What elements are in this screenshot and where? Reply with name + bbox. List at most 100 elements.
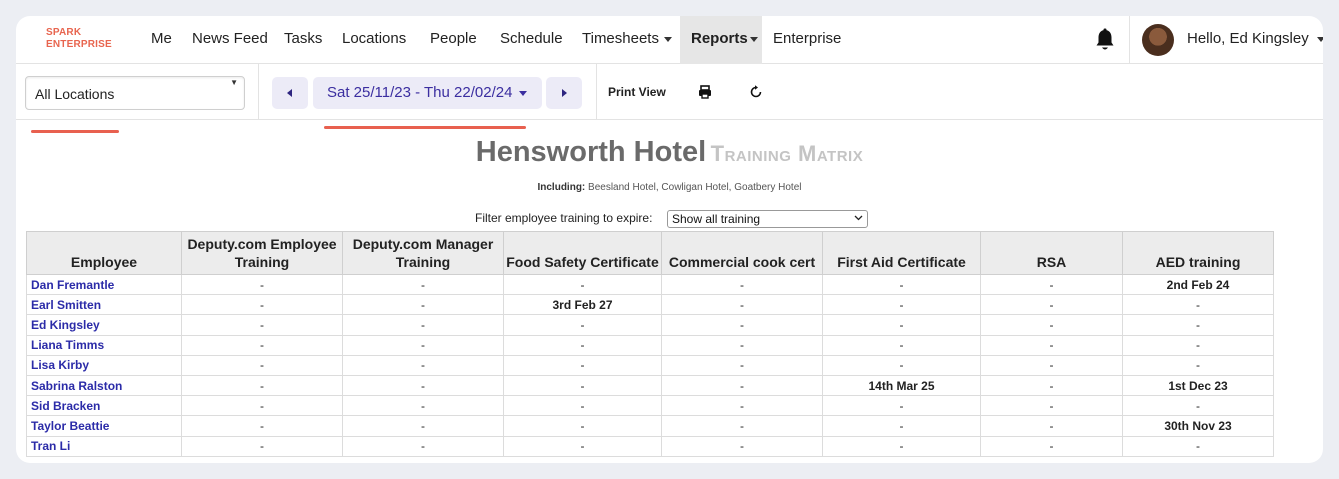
training-expiry-cell: - <box>1122 294 1274 316</box>
employee-name-link[interactable]: Sid Bracken <box>26 395 182 417</box>
training-matrix-table: Employee Deputy.com Employee Training De… <box>26 231 1274 457</box>
training-expiry-cell: - <box>342 395 504 417</box>
chevron-down-icon <box>1316 36 1323 42</box>
training-expiry-cell: - <box>181 294 343 316</box>
training-expiry-cell: - <box>661 294 823 316</box>
nav-item-enterprise[interactable]: Enterprise <box>773 16 841 64</box>
training-expiry-cell: 3rd Feb 27 <box>503 294 662 316</box>
training-expiry-cell: - <box>181 374 343 397</box>
training-expiry-cell: - <box>181 354 343 376</box>
training-expiry-cell: - <box>1122 334 1274 356</box>
bell-icon[interactable] <box>1094 28 1116 52</box>
filter-label: Filter employee training to expire: <box>475 211 653 225</box>
training-expiry-cell: - <box>661 415 823 437</box>
location-select[interactable]: All Locations ▼ <box>25 76 245 110</box>
training-expiry-cell: - <box>1122 435 1274 457</box>
column-header[interactable]: Food Safety Certificate <box>503 231 662 275</box>
avatar[interactable] <box>1142 24 1174 56</box>
toolbar-divider <box>596 64 597 120</box>
column-header[interactable]: First Aid Certificate <box>822 231 981 275</box>
training-expiry-cell: - <box>503 354 662 376</box>
chevron-down-icon <box>519 90 528 96</box>
chevron-down-icon <box>749 36 758 42</box>
training-expiry-cell: - <box>342 294 504 316</box>
training-expiry-cell: - <box>342 314 504 336</box>
previous-period-button[interactable] <box>272 77 308 109</box>
training-expiry-cell: - <box>822 273 981 296</box>
training-expiry-cell: - <box>822 334 981 356</box>
nav-item-people[interactable]: People <box>430 16 477 64</box>
refresh-icon[interactable] <box>748 84 764 100</box>
column-header[interactable]: Deputy.com Employee Training <box>181 231 343 275</box>
nav-divider <box>1129 16 1130 64</box>
training-expiry-cell: - <box>342 435 504 457</box>
training-expiry-cell: - <box>503 334 662 356</box>
table-row: Liana Timms - - - - - - - <box>26 334 1274 356</box>
nav-item-schedule[interactable]: Schedule <box>500 16 563 64</box>
column-header[interactable]: RSA <box>980 231 1123 275</box>
column-header[interactable]: Deputy.com Manager Training <box>342 231 504 275</box>
employee-name-link[interactable]: Earl Smitten <box>26 294 182 316</box>
nav-item-me[interactable]: Me <box>151 16 172 64</box>
date-range-picker[interactable]: Sat 25/11/23 - Thu 22/02/24 <box>313 77 542 109</box>
select-arrow-icon: ▼ <box>230 78 238 87</box>
user-menu[interactable]: Hello, Ed Kingsley <box>1187 16 1323 64</box>
employee-name-link[interactable]: Ed Kingsley <box>26 314 182 336</box>
training-expiry-cell: - <box>342 273 504 296</box>
employee-name-link[interactable]: Lisa Kirby <box>26 354 182 376</box>
training-expiry-cell: - <box>661 374 823 397</box>
training-expiry-cell: - <box>503 435 662 457</box>
training-expiry-cell: - <box>661 334 823 356</box>
toolbar-divider <box>258 64 259 120</box>
table-body: Dan Fremantle - - - - - -2nd Feb 24 Earl Smitte… <box>26 273 1274 457</box>
table-row: Dan Fremantle - - - - - -2nd Feb 24 <box>26 273 1274 296</box>
nav-item-timesheets[interactable]: Timesheets <box>582 16 672 64</box>
nav-item-reports[interactable]: Reports <box>680 16 762 64</box>
training-expiry-cell: - <box>822 294 981 316</box>
training-expiry-cell: - <box>181 415 343 437</box>
training-expiry-cell: 1st Dec 23 <box>1122 374 1274 397</box>
training-expiry-cell: - <box>661 314 823 336</box>
employee-name-link[interactable]: Taylor Beattie <box>26 415 182 437</box>
training-expiry-cell: - <box>822 415 981 437</box>
training-expiry-cell: - <box>822 314 981 336</box>
training-expiry-cell: - <box>980 314 1123 336</box>
brand-logo[interactable]: SPARK ENTERPRISE <box>46 27 112 51</box>
table-row: Sid Bracken - - - - - - - <box>26 395 1274 417</box>
column-header[interactable]: Employee <box>26 231 182 275</box>
training-expiry-cell: - <box>980 435 1123 457</box>
training-expiry-cell: - <box>980 294 1123 316</box>
training-expiry-cell: - <box>181 273 343 296</box>
training-expiry-cell: - <box>980 354 1123 376</box>
training-expiry-cell: - <box>980 395 1123 417</box>
print-view-button[interactable]: Print View <box>608 64 666 120</box>
employee-name-link[interactable]: Sabrina Ralston <box>26 374 182 397</box>
table-row: Tran Li - - - - - - - <box>26 435 1274 457</box>
table-header-row: Employee Deputy.com Employee Training De… <box>26 231 1274 275</box>
column-header[interactable]: Commercial cook cert <box>661 231 823 275</box>
next-period-button[interactable] <box>546 77 582 109</box>
training-expiry-cell: - <box>980 415 1123 437</box>
top-nav: SPARK ENTERPRISE Me News Feed Tasks Loca… <box>16 16 1323 64</box>
employee-name-link[interactable]: Dan Fremantle <box>26 273 182 296</box>
print-icon[interactable] <box>697 84 713 100</box>
training-expiry-filter[interactable]: Show all training <box>667 210 868 228</box>
table-row: Earl Smitten - -3rd Feb 27- - - - <box>26 294 1274 316</box>
training-expiry-cell: - <box>661 354 823 376</box>
employee-name-link[interactable]: Tran Li <box>26 435 182 457</box>
nav-item-news-feed[interactable]: News Feed <box>192 16 268 64</box>
training-expiry-cell: 2nd Feb 24 <box>1122 273 1274 296</box>
column-header[interactable]: AED training <box>1122 231 1274 275</box>
caret-right-icon <box>562 89 567 97</box>
nav-item-tasks[interactable]: Tasks <box>284 16 322 64</box>
nav-item-locations[interactable]: Locations <box>342 16 406 64</box>
training-expiry-cell: - <box>980 273 1123 296</box>
caret-left-icon <box>287 89 292 97</box>
page-title: Hensworth Hotel Training Matrix <box>475 136 864 168</box>
employee-name-link[interactable]: Liana Timms <box>26 334 182 356</box>
training-expiry-cell: - <box>661 395 823 417</box>
table-row: Sabrina Ralston - - - -14th Mar 25-1st Dec 2… <box>26 374 1274 397</box>
training-expiry-cell: - <box>980 374 1123 397</box>
table-row: Ed Kingsley - - - - - - - <box>26 314 1274 336</box>
chevron-down-icon <box>663 36 672 42</box>
